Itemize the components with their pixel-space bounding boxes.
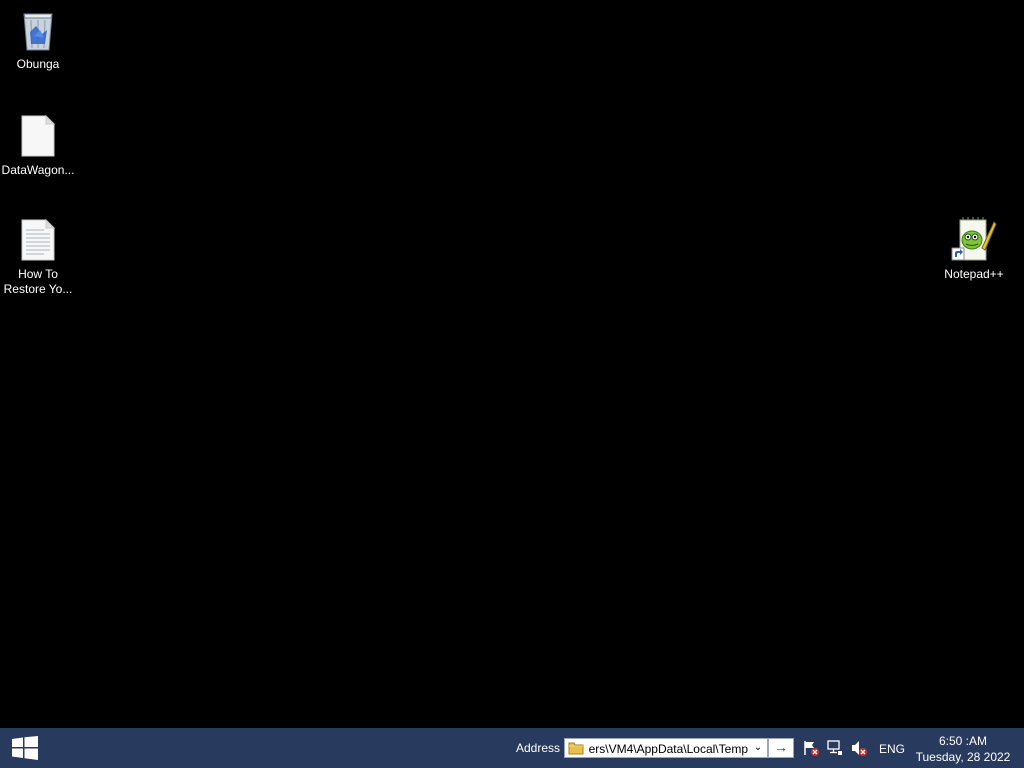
input-language-indicator[interactable]: ENG bbox=[879, 742, 905, 756]
action-center-flag-icon[interactable] bbox=[802, 739, 820, 757]
desktop-icon-text-file[interactable]: How To Restore Yo... bbox=[0, 216, 76, 297]
desktop-icon-recycle-bin[interactable]: Obunga bbox=[0, 6, 76, 72]
recycle-bin-icon bbox=[14, 6, 62, 54]
volume-muted-icon[interactable] bbox=[850, 739, 868, 757]
address-input[interactable]: ers\VM4\AppData\Local\Temp ⌄ bbox=[564, 738, 768, 758]
address-input-value: ers\VM4\AppData\Local\Temp bbox=[588, 742, 748, 756]
desktop-icon-label: Notepad++ bbox=[944, 267, 1004, 281]
clock-date: Tuesday, 28 2022 bbox=[915, 750, 1011, 764]
desktop[interactable]: Obunga DataWagon... How To Restore Yo...… bbox=[0, 0, 1024, 728]
blank-file-icon bbox=[14, 112, 62, 160]
text-document-icon bbox=[14, 216, 62, 264]
address-go-button[interactable]: → bbox=[768, 738, 794, 758]
taskbar: Address ers\VM4\AppData\Local\Temp ⌄ → E… bbox=[0, 728, 1024, 768]
desktop-icon-notepadpp[interactable]: Notepad++ bbox=[936, 216, 1012, 282]
notepadpp-icon bbox=[950, 216, 998, 264]
windows-logo-icon bbox=[12, 736, 38, 760]
desktop-icon-file[interactable]: DataWagon... bbox=[0, 112, 76, 178]
desktop-icon-label: DataWagon... bbox=[1, 163, 75, 177]
clock-time: 6:50 :AM bbox=[938, 734, 988, 748]
start-button[interactable] bbox=[0, 728, 50, 768]
address-toolbar-label: Address bbox=[516, 741, 561, 755]
folder-icon bbox=[568, 741, 584, 755]
network-icon[interactable] bbox=[826, 739, 844, 757]
system-clock[interactable]: 6:50 :AM Tuesday, 28 2022 bbox=[912, 733, 1014, 765]
chevron-down-icon[interactable]: ⌄ bbox=[751, 739, 765, 757]
desktop-icon-label: Obunga bbox=[16, 57, 60, 71]
arrow-right-icon: → bbox=[774, 739, 788, 755]
desktop-icon-label: How To Restore Yo... bbox=[3, 267, 73, 296]
